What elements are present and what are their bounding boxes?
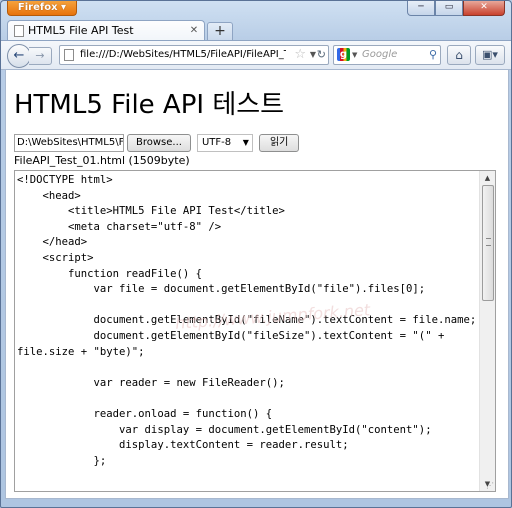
encoding-selected-value: UTF-8 (201, 137, 232, 148)
tab-close-icon[interactable]: ✕ (188, 25, 200, 37)
firefox-menu-button[interactable]: Firefox ▾ (7, 1, 77, 16)
navigation-toolbar: ← → file:///D:/WebSites/HTML5/FileAPI/Fi… (1, 40, 511, 70)
browse-button[interactable]: Browse... (127, 134, 191, 152)
bookmark-star-icon[interactable]: ☆ (294, 46, 306, 64)
window-controls: ─ ▭ ✕ (407, 1, 505, 16)
back-forward-group: ← → (7, 44, 55, 68)
page-content: HTML5 File API 테스트 D:\WebSites\HTML5\F B… (5, 69, 509, 499)
read-button[interactable]: 읽기 (258, 134, 300, 152)
tab-label: HTML5 File API Test (28, 24, 134, 37)
new-tab-button[interactable]: + (207, 22, 233, 40)
forward-button[interactable]: → (29, 47, 52, 65)
file-controls: D:\WebSites\HTML5\F Browse... UTF-8 ▼ 읽기 (14, 134, 300, 152)
back-button[interactable]: ← (7, 44, 31, 68)
url-bar[interactable]: file:///D:/WebSites/HTML5/FileAPI/FileAP… (59, 45, 329, 65)
scrollbar-thumb[interactable] (482, 185, 494, 301)
file-info: FileAPI_Test_01.html (1509byte) (14, 154, 190, 167)
tab-html5-file-api-test[interactable]: HTML5 File API Test ✕ (7, 20, 205, 41)
resize-grip-icon[interactable]: ⋰ (486, 481, 494, 490)
url-text[interactable]: file:///D:/WebSites/HTML5/FileAPI/FileAP… (80, 46, 286, 64)
page-icon (14, 25, 24, 37)
bookmarks-menu-button[interactable]: ▣▾ (475, 45, 505, 65)
url-dropdown-icon[interactable]: ▼ (310, 46, 316, 64)
title-bar: Firefox ▾ ─ ▭ ✕ (1, 1, 511, 17)
vertical-scrollbar[interactable]: ▲ ▼ (479, 171, 495, 491)
firefox-menu-label: Firefox (17, 2, 58, 13)
search-placeholder: Google (362, 49, 398, 60)
file-content-textarea[interactable]: <!DOCTYPE html> <head> <title>HTML5 File… (14, 170, 496, 492)
grip-icon (486, 238, 491, 246)
close-window-button[interactable]: ✕ (463, 1, 505, 16)
bookmarks-icon: ▣▾ (482, 48, 498, 61)
page-title: HTML5 File API 테스트 (14, 90, 285, 120)
chevron-down-icon: ▼ (242, 138, 249, 147)
minimize-button[interactable]: ─ (407, 1, 435, 16)
search-bar[interactable]: g ▼ Google ⚲ (333, 45, 441, 65)
encoding-select[interactable]: UTF-8 ▼ (196, 134, 253, 152)
file-path-input[interactable]: D:\WebSites\HTML5\F (14, 134, 124, 152)
home-icon: ⌂ (455, 48, 463, 62)
site-identity-icon[interactable] (64, 49, 74, 61)
search-icon[interactable]: ⚲ (429, 46, 437, 64)
scroll-up-icon[interactable]: ▲ (480, 171, 495, 185)
file-content-text[interactable]: <!DOCTYPE html> <head> <title>HTML5 File… (17, 173, 476, 469)
search-engine-dropdown-icon[interactable]: ▼ (352, 46, 357, 64)
browser-window: Firefox ▾ ─ ▭ ✕ HTML5 File API Test ✕ + … (0, 0, 512, 508)
tab-strip: HTML5 File API Test ✕ + (1, 18, 511, 41)
google-engine-icon[interactable]: g (337, 48, 350, 61)
restore-button[interactable]: ▭ (435, 1, 463, 16)
home-button[interactable]: ⌂ (447, 45, 471, 65)
reload-icon[interactable]: ↻ (317, 46, 326, 64)
